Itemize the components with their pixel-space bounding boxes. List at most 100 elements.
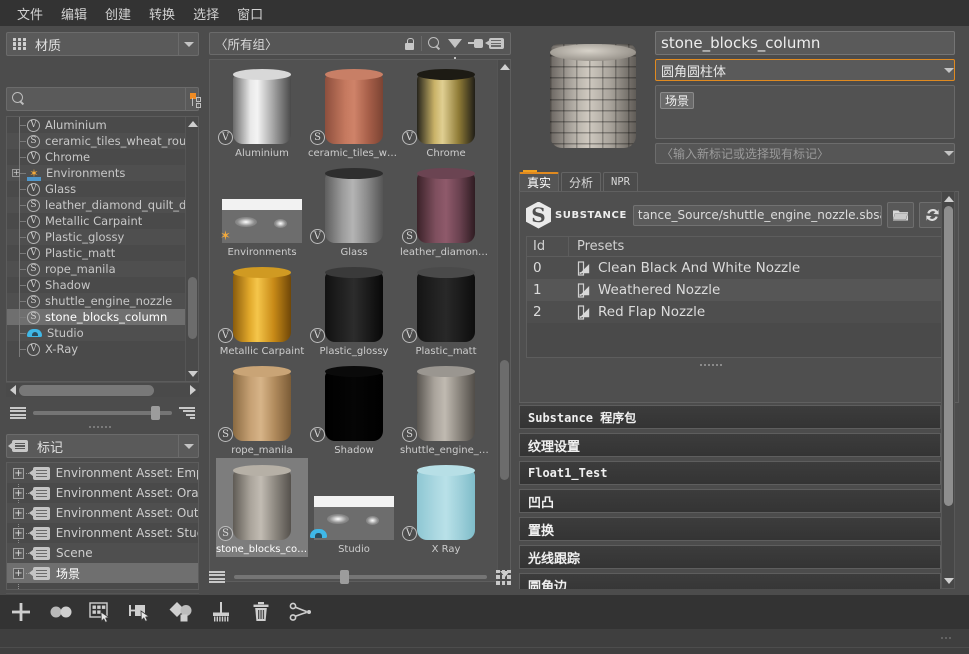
material-thumbnail[interactable]: VMetallic Carpaint (216, 260, 308, 359)
scroll-down-icon[interactable] (187, 368, 198, 380)
marker-list-item[interactable]: +Scene (7, 543, 198, 563)
tree-item-plastic-glossy[interactable]: VPlastic_glossy (7, 229, 185, 245)
tab-npr[interactable]: NPR (603, 172, 638, 191)
list-view-icon[interactable] (209, 571, 225, 584)
material-graph-button[interactable] (168, 600, 194, 624)
material-thumbnail-grid[interactable]: VAluminiumSceramic_tiles_wheat_r...VChro… (209, 59, 511, 582)
section-header[interactable]: 凹凸 (519, 489, 941, 513)
tree-item-metallic-carpaint[interactable]: VMetallic Carpaint (7, 213, 185, 229)
material-tabs[interactable]: 真实 分析 NPR (519, 172, 959, 191)
duplicate-material-button[interactable] (48, 600, 74, 624)
expand-icon[interactable]: + (13, 488, 24, 499)
slider-handle[interactable] (340, 570, 349, 584)
expand-icon[interactable]: + (13, 568, 24, 579)
material-tree-list[interactable]: VAluminiumSceramic_tiles_wheat_roughness… (6, 116, 199, 382)
preset-row[interactable]: 1Weathered Nozzle (527, 279, 945, 301)
add-material-button[interactable] (8, 600, 34, 624)
material-thumbnail[interactable]: Studio (308, 458, 400, 557)
marker-list-item[interactable]: +Environment Asset: Studi (7, 523, 198, 543)
detail-view-icon[interactable] (179, 407, 195, 420)
section-resize-handle[interactable] (700, 364, 722, 366)
markers-list[interactable]: +Environment Asset: Empt +Environment Ass… (6, 462, 199, 590)
slider-handle[interactable] (151, 406, 160, 420)
pill-icon[interactable] (468, 39, 483, 49)
tree-item-stone-blocks-column[interactable]: Sstone_blocks_column (7, 309, 185, 325)
tag-chip[interactable]: 场景 (660, 92, 694, 109)
chevron-down-icon[interactable] (178, 435, 198, 457)
tree-item-environments[interactable]: +Environments (7, 165, 185, 181)
filter-icon[interactable] (448, 39, 462, 48)
tree-item-rope-manila[interactable]: Srope_manila (7, 261, 185, 277)
menu-item-edit[interactable]: 编辑 (52, 1, 96, 26)
tag-icon[interactable] (489, 38, 504, 49)
grid-view-icon[interactable] (496, 570, 511, 585)
chevron-down-icon[interactable] (178, 33, 198, 55)
material-thumbnail[interactable]: VPlastic_glossy (308, 260, 400, 359)
tree-item-aluminium[interactable]: VAluminium (7, 117, 185, 133)
scroll-right-icon[interactable] (186, 385, 199, 395)
scrollbar-thumb[interactable] (19, 385, 154, 396)
cleanup-button[interactable] (208, 600, 234, 624)
tree-item-shadow[interactable]: VShadow (7, 277, 185, 293)
section-header[interactable]: 光线跟踪 (519, 545, 941, 569)
preview-shape-combo[interactable]: 圆角圆柱体 (655, 59, 955, 81)
chevron-down-icon[interactable] (944, 68, 954, 73)
menu-item-file[interactable]: 文件 (8, 1, 52, 26)
properties-vertical-scrollbar[interactable] (941, 191, 955, 589)
section-header[interactable]: 纹理设置 (519, 433, 941, 457)
menu-item-create[interactable]: 创建 (96, 1, 140, 26)
tree-item-glass[interactable]: VGlass (7, 181, 185, 197)
scroll-up-icon[interactable] (943, 193, 954, 205)
tree-item-ceramic-tiles-wheat-roughness[interactable]: Sceramic_tiles_wheat_roughness (7, 133, 185, 149)
library-list-size-slider[interactable] (10, 403, 195, 423)
open-file-button[interactable] (887, 202, 914, 228)
marker-list-item[interactable]: +场景 (7, 563, 198, 583)
material-thumbnail[interactable]: Environments (216, 161, 308, 260)
preset-row[interactable]: 0Clean Black And White Nozzle (527, 257, 945, 279)
tree-item-chrome[interactable]: VChrome (7, 149, 185, 165)
preset-row[interactable]: 2Red Flap Nozzle (527, 301, 945, 323)
expand-icon[interactable]: + (13, 508, 24, 519)
select-in-grid-button[interactable] (88, 600, 114, 624)
material-thumbnail[interactable]: VPlastic_matt (400, 260, 492, 359)
expand-icon[interactable]: + (12, 169, 20, 177)
apply-to-object-button[interactable] (128, 600, 154, 624)
scroll-up-icon[interactable] (187, 118, 198, 130)
tree-view-icon[interactable] (190, 93, 203, 106)
section-header[interactable]: 置换 (519, 517, 941, 541)
tree-item-x-ray[interactable]: VX-Ray (7, 341, 185, 357)
material-thumbnail[interactable]: Sshuttle_engine_nozzle (400, 359, 492, 458)
scrollbar-thumb[interactable] (944, 206, 953, 506)
tree-item-studio[interactable]: Studio (7, 325, 185, 341)
library-search-bar[interactable] (6, 87, 199, 111)
library-type-combo[interactable]: 材质 (6, 32, 199, 56)
substance-path-field[interactable]: tance_Source/shuttle_engine_nozzle.sbsar (633, 205, 882, 226)
scrollbar-thumb[interactable] (188, 277, 197, 339)
material-thumbnail[interactable]: VShadow (308, 359, 400, 458)
search-input[interactable] (26, 92, 185, 106)
tab-real[interactable]: 真实 (519, 172, 559, 191)
scroll-down-icon[interactable] (943, 575, 954, 587)
material-sections-list[interactable]: Substance 程序包纹理设置Float1_Test凹凸置换光线跟踪圆角边 (519, 405, 959, 589)
tree-horizontal-scrollbar[interactable] (6, 382, 199, 397)
expand-icon[interactable]: + (13, 468, 24, 479)
material-preview[interactable] (523, 26, 663, 166)
list-view-icon[interactable] (10, 407, 26, 420)
material-thumbnail[interactable]: VX Ray (400, 458, 492, 557)
section-header[interactable]: Float1_Test (519, 461, 941, 485)
delete-material-button[interactable] (248, 600, 274, 624)
tab-analysis[interactable]: 分析 (561, 172, 601, 191)
expand-icon[interactable]: + (13, 528, 24, 539)
tag-entry-combo[interactable]: 〈输入新标记或选择现有标记〉 (655, 143, 955, 164)
lock-icon[interactable] (404, 38, 415, 50)
search-icon[interactable] (428, 37, 442, 51)
menu-item-window[interactable]: 窗口 (228, 1, 272, 26)
group-filter-bar[interactable]: 〈所有组〉 (209, 32, 511, 55)
marker-list-item[interactable]: +Environment Asset: Empt (7, 463, 198, 483)
menu-item-select[interactable]: 选择 (184, 1, 228, 26)
section-header[interactable]: 圆角边 (519, 573, 941, 589)
tree-vertical-scrollbar[interactable] (185, 117, 198, 381)
material-thumbnail[interactable]: VGlass (308, 161, 400, 260)
menu-item-convert[interactable]: 转换 (140, 1, 184, 26)
tree-item-plastic-matt[interactable]: VPlastic_matt (7, 245, 185, 261)
